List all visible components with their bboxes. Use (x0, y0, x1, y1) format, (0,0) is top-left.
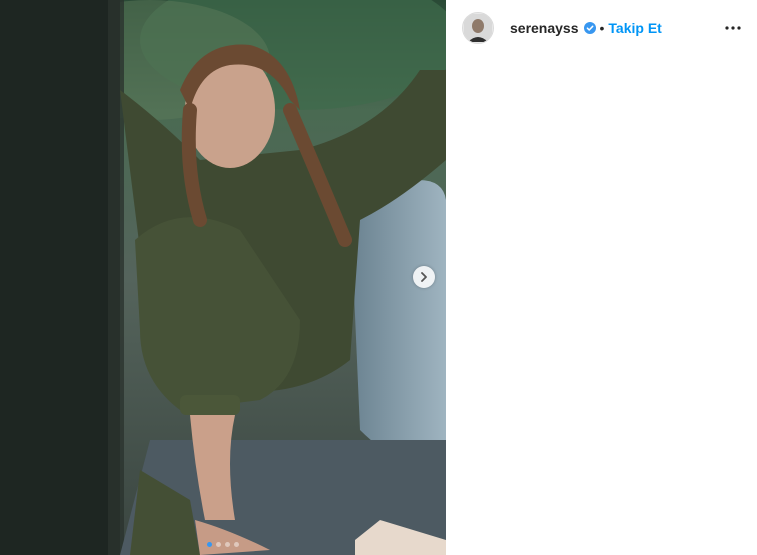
next-photo-button[interactable] (413, 266, 435, 288)
verified-badge-icon (583, 22, 596, 34)
post-header: serenayss • Takip Et (446, 0, 757, 56)
post-media (0, 0, 446, 555)
carousel-dot (225, 542, 230, 547)
instagram-post: serenayss • Takip Et (0, 0, 757, 555)
chevron-right-icon (421, 272, 427, 282)
profile-photo (464, 14, 492, 42)
separator: • (599, 20, 605, 36)
avatar[interactable] (462, 12, 494, 44)
more-horizontal-icon (725, 26, 741, 30)
follow-button[interactable]: Takip Et (608, 20, 661, 36)
post-photo[interactable] (0, 0, 446, 555)
carousel-dot-active (207, 542, 212, 547)
carousel-indicator (0, 542, 446, 547)
carousel-dot (216, 542, 221, 547)
post-details-panel: serenayss • Takip Et (446, 0, 757, 555)
more-options-button[interactable] (723, 18, 743, 38)
username-link[interactable]: serenayss (510, 20, 579, 36)
carousel-dot (234, 542, 239, 547)
